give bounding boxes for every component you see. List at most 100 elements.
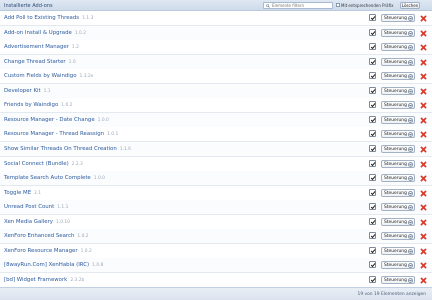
addon-name-link[interactable]: Add-on Install & Upgrade 1.0.2 — [4, 30, 86, 36]
clear-filter-button[interactable]: Löschen — [400, 2, 420, 9]
delete-icon[interactable] — [420, 15, 427, 22]
enable-checkbox[interactable] — [369, 232, 376, 240]
enable-checkbox[interactable] — [369, 275, 376, 283]
addon-name-link[interactable]: Developer Kit 1.1 — [4, 88, 51, 94]
chevron-down-icon — [408, 161, 413, 167]
enable-checkbox[interactable] — [369, 28, 376, 36]
addon-name-link[interactable]: [8wayRun.Com] XenHabla (IRC) 1.0.8 — [4, 262, 103, 268]
addon-name-link[interactable]: [bd] Widget Framework 2.3.2b — [4, 277, 84, 283]
control-menu-button[interactable]: Steuerung — [381, 144, 415, 153]
addon-version: 2.2.3 — [71, 161, 83, 167]
enable-checkbox[interactable] — [369, 14, 376, 21]
enable-checkbox[interactable] — [369, 43, 376, 51]
delete-icon[interactable] — [420, 30, 427, 37]
delete-icon[interactable] — [420, 117, 427, 124]
control-menu-button[interactable]: Steuerung — [381, 43, 415, 52]
control-menu-button[interactable]: Steuerung — [381, 174, 415, 183]
control-menu-button[interactable]: Steuerung — [381, 232, 415, 241]
delete-icon[interactable] — [420, 146, 427, 153]
enable-checkbox[interactable] — [369, 188, 376, 196]
delete-icon[interactable] — [420, 262, 427, 269]
addon-name-link[interactable]: Unread Post Count 1.1.1 — [4, 204, 68, 210]
enable-checkbox[interactable] — [369, 130, 376, 138]
prefix-label: Mit entsprechenden Präfix — [341, 3, 394, 8]
addon-name-link[interactable]: Xen Media Gallery 1.0.10 — [4, 219, 70, 225]
control-menu-button[interactable]: Steuerung — [381, 217, 415, 226]
delete-icon[interactable] — [420, 233, 427, 240]
enable-checkbox[interactable] — [369, 144, 376, 152]
enable-checkbox[interactable] — [369, 72, 376, 80]
control-menu-button[interactable]: Steuerung — [381, 101, 415, 110]
control-menu-button[interactable]: Steuerung — [381, 275, 415, 284]
addon-name-link[interactable]: Show Similar Threads On Thread Creation 1… — [4, 146, 131, 152]
addon-version: 1.1 — [43, 88, 51, 94]
control-menu-button[interactable]: Steuerung — [381, 57, 415, 66]
addon-name-link[interactable]: Friends by Waindigo 1.0.2 — [4, 102, 72, 108]
enable-checkbox[interactable] — [369, 86, 376, 94]
control-menu-button[interactable]: Steuerung — [381, 14, 415, 22]
addon-name-link[interactable]: Custom Fields by Waindigo 1.3.2e — [4, 73, 93, 79]
list-header: Installierte Add-ons Mit entsprechenden … — [0, 0, 432, 11]
control-label: Steuerung — [384, 132, 407, 138]
checkmark-icon — [370, 190, 376, 195]
control-menu-button[interactable]: Steuerung — [381, 28, 415, 37]
enable-checkbox[interactable] — [369, 115, 376, 123]
enable-checkbox[interactable] — [369, 159, 376, 167]
enable-checkbox[interactable] — [369, 203, 376, 211]
delete-icon[interactable] — [420, 59, 427, 66]
control-menu-button[interactable]: Steuerung — [381, 72, 415, 81]
control-menu-button[interactable]: Steuerung — [381, 246, 415, 255]
addon-name-link[interactable]: Advertisement Manager 1.2 — [4, 44, 79, 50]
delete-icon[interactable] — [420, 190, 427, 197]
addon-name: Xen Media Gallery — [4, 218, 53, 225]
enable-checkbox[interactable] — [369, 57, 376, 65]
delete-icon[interactable] — [420, 277, 427, 284]
control-menu-button[interactable]: Steuerung — [381, 261, 415, 270]
delete-icon[interactable] — [420, 175, 427, 182]
filter-input[interactable] — [272, 3, 332, 8]
delete-icon[interactable] — [420, 204, 427, 211]
addon-name-link[interactable]: Add Poll to Existing Threads 1.1.3 — [4, 15, 93, 21]
control-menu-button[interactable]: Steuerung — [381, 188, 415, 197]
delete-icon[interactable] — [420, 248, 427, 255]
addon-name-link[interactable]: Toggle ME 2.1 — [4, 190, 41, 196]
delete-icon[interactable] — [420, 102, 427, 109]
checkmark-icon — [370, 234, 376, 239]
prefix-checkbox[interactable] — [336, 3, 340, 7]
addon-name-link[interactable]: Social Connect (Bundle) 2.2.3 — [4, 161, 83, 167]
addon-name-link[interactable]: Change Thread Starter 1.0 — [4, 59, 76, 65]
addon-name-link[interactable]: Template Search Auto Complete 1.0.0 — [4, 175, 105, 181]
delete-icon[interactable] — [420, 161, 427, 168]
addon-name-link[interactable]: Resource Manager - Date Change 1.0.0 — [4, 117, 109, 123]
control-menu-button[interactable]: Steuerung — [381, 159, 415, 168]
checkmark-icon — [370, 147, 376, 152]
delete-icon[interactable] — [420, 73, 427, 80]
addon-name: XenForo Enhanced Search — [4, 233, 75, 240]
control-menu-button[interactable]: Steuerung — [381, 86, 415, 95]
control-menu-button[interactable]: Steuerung — [381, 203, 415, 212]
enable-checkbox[interactable] — [369, 261, 376, 269]
control-menu-button[interactable]: Steuerung — [381, 130, 415, 139]
enable-checkbox[interactable] — [369, 217, 376, 225]
control-menu-button[interactable]: Steuerung — [381, 115, 415, 124]
addon-name-link[interactable]: XenForo Enhanced Search 1.0.2 — [4, 233, 89, 239]
addon-name-link[interactable]: Resource Manager - Thread Reassign 1.0.1 — [4, 131, 118, 137]
delete-icon[interactable] — [420, 44, 427, 51]
enable-checkbox[interactable] — [369, 174, 376, 182]
addon-name: Toggle ME — [4, 189, 32, 196]
control-label: Steuerung — [384, 277, 407, 283]
checkmark-icon — [370, 205, 376, 210]
enable-checkbox[interactable] — [369, 101, 376, 109]
addon-name: Social Connect (Bundle) — [4, 160, 69, 167]
addon-row: Advertisement Manager 1.2 Steuerung — [0, 40, 432, 56]
delete-icon[interactable] — [420, 88, 427, 95]
delete-icon[interactable] — [420, 131, 427, 138]
addon-name-link[interactable]: XenForo Resource Manager 1.0.2 — [4, 248, 92, 254]
enable-checkbox[interactable] — [369, 246, 376, 254]
control-label: Steuerung — [384, 176, 407, 182]
checkmark-icon — [370, 277, 376, 283]
delete-icon[interactable] — [420, 219, 427, 226]
addon-name: Unread Post Count — [4, 204, 55, 211]
filter-box[interactable] — [263, 2, 333, 9]
addon-version: 1.0.2 — [61, 103, 73, 109]
